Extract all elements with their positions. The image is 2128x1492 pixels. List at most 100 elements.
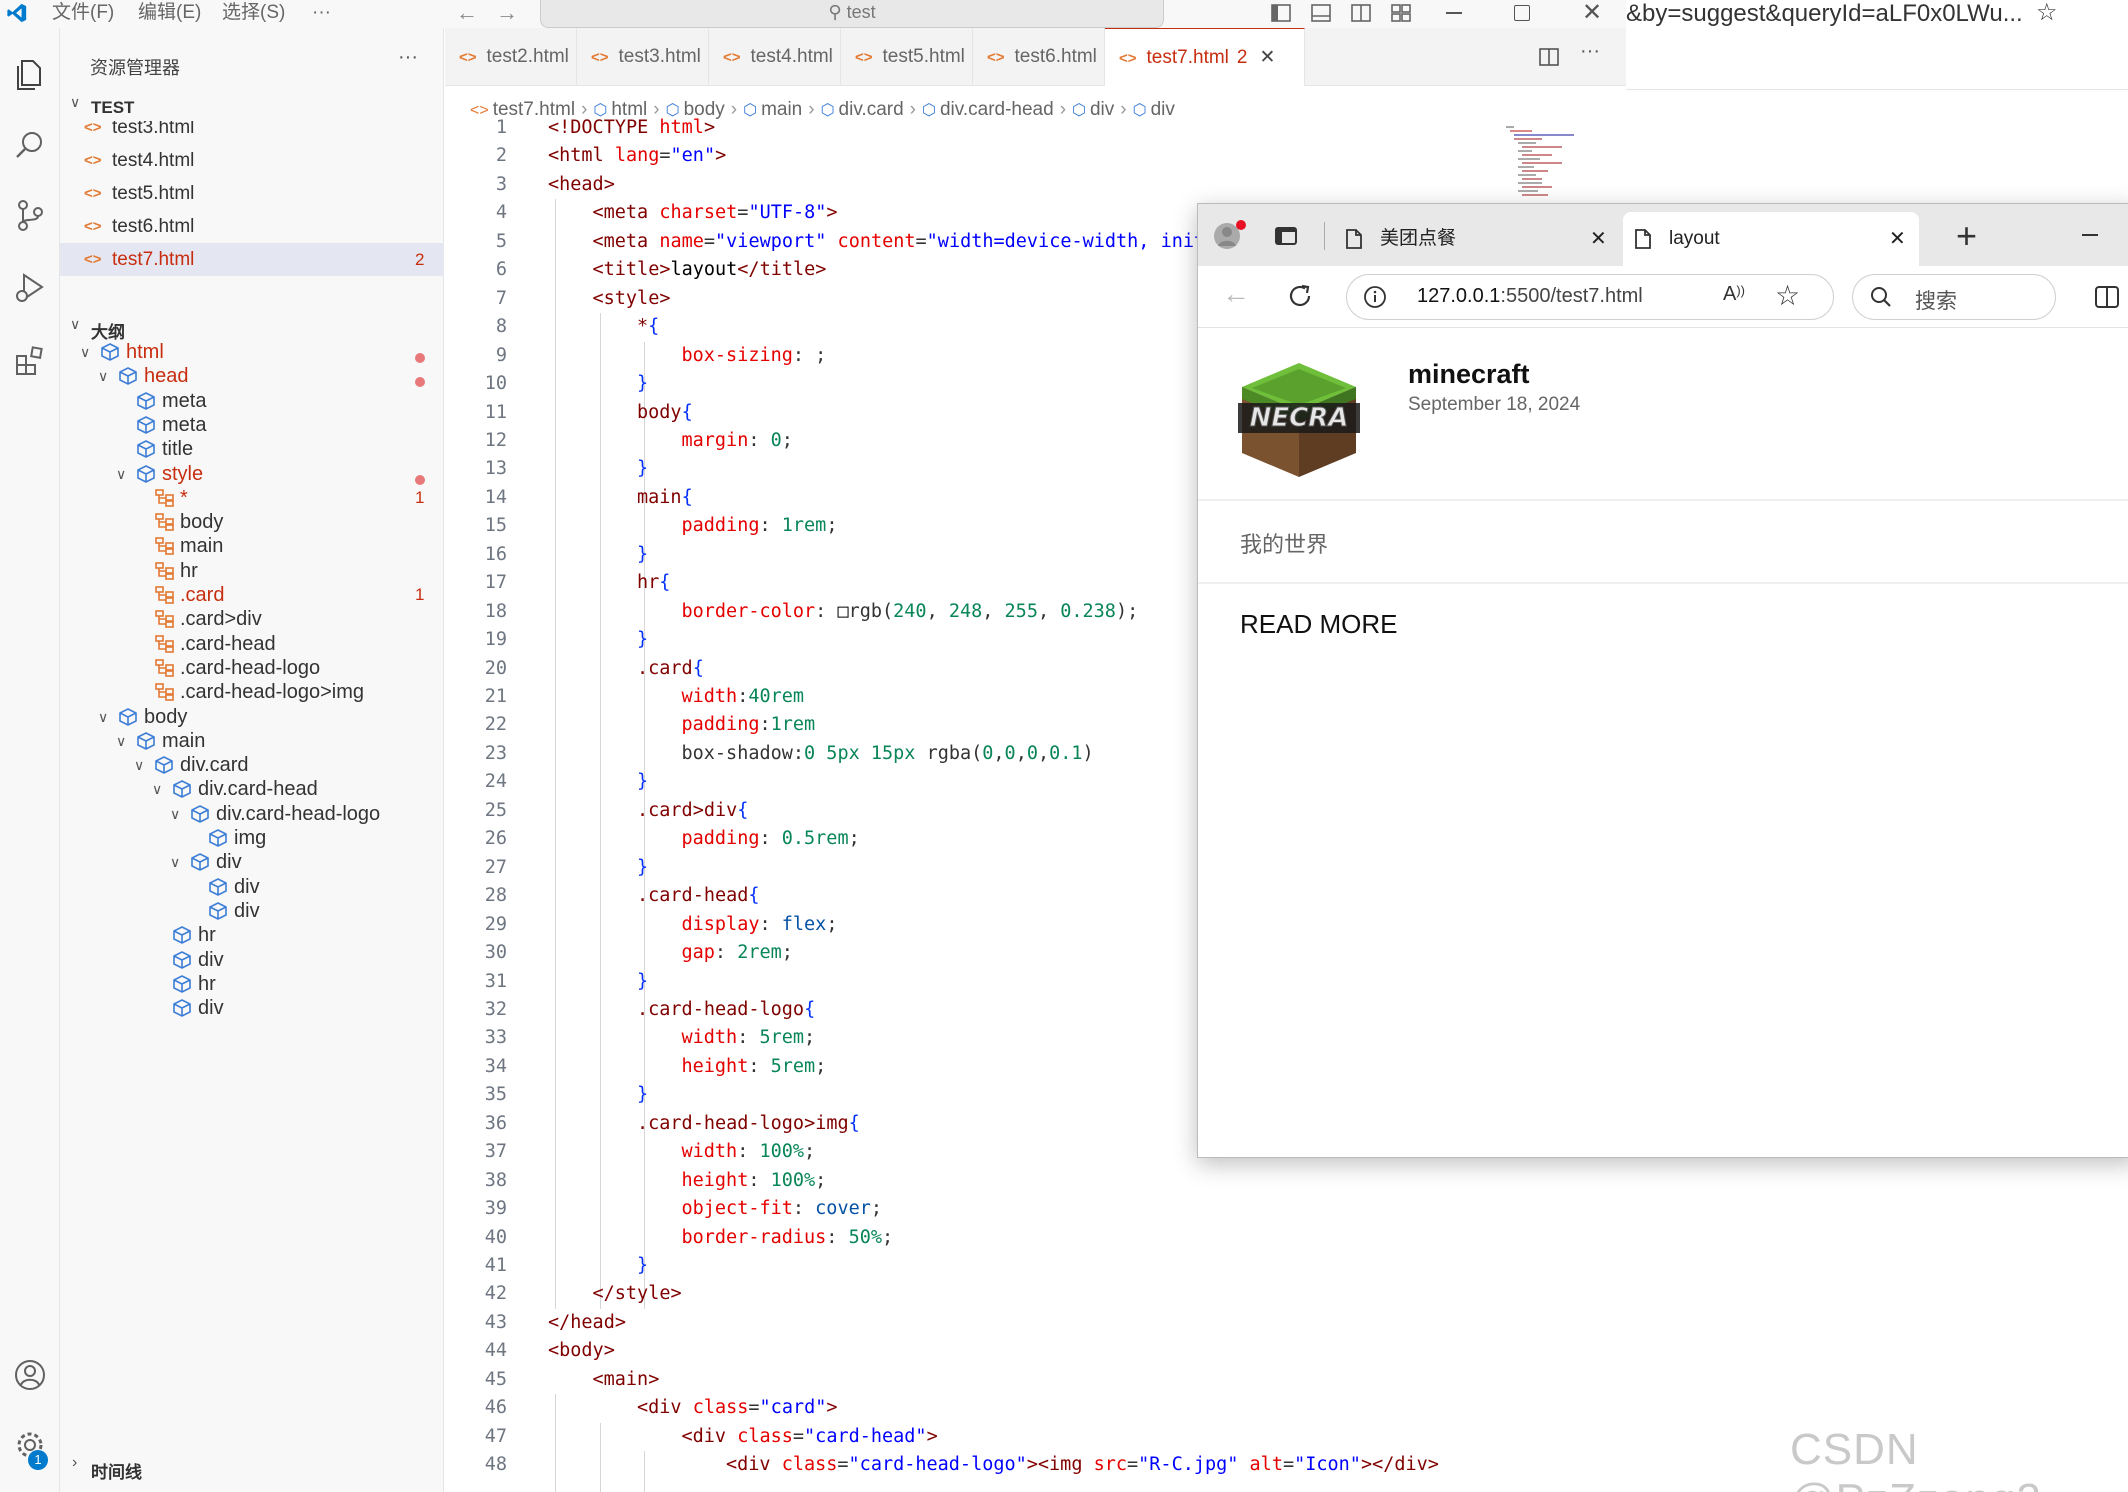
code-line[interactable]: 40 border-radius: 50%; — [445, 1224, 1626, 1252]
outline-item[interactable]: div — [60, 875, 444, 899]
account-icon[interactable] — [5, 1350, 55, 1400]
run-debug-icon[interactable] — [5, 262, 55, 312]
outline-item[interactable]: hr — [60, 972, 444, 996]
read-more-link[interactable]: READ MORE — [1240, 609, 1397, 640]
file-item[interactable]: <> test4.html — [60, 144, 444, 177]
minimize-icon[interactable] — [1446, 12, 1462, 14]
chevron-down-icon[interactable]: ∨ — [116, 462, 126, 486]
outline-item[interactable]: .card 1 — [60, 583, 444, 607]
file-item[interactable]: <> test3.html — [60, 121, 444, 144]
code-line[interactable]: 48 <div class="card-head-logo"><img src="… — [445, 1451, 1626, 1479]
outline-item[interactable]: main — [60, 534, 444, 558]
split-screen-icon[interactable] — [2094, 284, 2120, 310]
code-line[interactable]: 2 <html lang="en"> — [445, 142, 1626, 170]
menu-file[interactable]: 文件(F) — [52, 0, 114, 26]
favorite-star-icon[interactable]: ☆ — [2036, 0, 2058, 27]
editor-tab[interactable]: <> test6.html — [973, 28, 1105, 86]
chevron-down-icon[interactable]: ∨ — [70, 316, 80, 333]
code-line[interactable]: 1 <!DOCTYPE html> — [445, 114, 1626, 142]
minimap[interactable] — [1506, 126, 1606, 206]
outline-item[interactable]: title — [60, 437, 444, 461]
chevron-right-icon[interactable]: › — [72, 1454, 77, 1472]
outline-item[interactable]: .card-head-logo — [60, 656, 444, 680]
outline-item[interactable]: ∨ body — [60, 705, 444, 729]
read-aloud-icon[interactable]: A)) — [1723, 283, 1745, 306]
command-center[interactable]: ⚲ test — [540, 0, 1164, 28]
refresh-icon[interactable] — [1286, 282, 1314, 310]
outline-item[interactable]: .card-head-logo>img — [60, 680, 444, 704]
editor-more-actions-button[interactable]: ··· — [1580, 40, 1600, 63]
chevron-down-icon[interactable]: ∨ — [134, 753, 144, 777]
code-line[interactable]: 39 object-fit: cover; — [445, 1195, 1626, 1223]
outline-item[interactable]: img — [60, 826, 444, 850]
address-bar[interactable]: 127.0.0.1:5500/test7.html A)) ☆ — [1346, 274, 1834, 320]
profile-avatar-icon[interactable] — [1212, 218, 1246, 252]
outline-item[interactable]: ∨ div — [60, 850, 444, 874]
outline-item[interactable]: div — [60, 899, 444, 923]
favorite-star-icon[interactable]: ☆ — [1775, 279, 1800, 312]
chevron-down-icon[interactable]: ∨ — [170, 850, 180, 874]
new-tab-button[interactable]: + — [1956, 214, 1977, 258]
minimize-icon[interactable] — [2082, 234, 2098, 236]
outline-item[interactable]: hr — [60, 559, 444, 583]
outline-item[interactable]: ∨ div.card-head-logo — [60, 802, 444, 826]
tab-actions-icon[interactable] — [1274, 224, 1298, 248]
back-arrow-icon[interactable]: ← — [1222, 278, 1250, 310]
outline-item[interactable]: ∨ div.card — [60, 753, 444, 777]
browser-tab-meituan[interactable]: 美团点餐 ✕ — [1334, 212, 1618, 266]
menu-select[interactable]: 选择(S) — [222, 0, 285, 26]
source-control-icon[interactable] — [5, 190, 55, 240]
outline-item[interactable]: hr — [60, 923, 444, 947]
code-line[interactable]: 44 <body> — [445, 1337, 1626, 1365]
outline-item[interactable]: * 1 — [60, 486, 444, 510]
code-line[interactable]: 43 </head> — [445, 1309, 1626, 1337]
editor-tab[interactable]: <> test5.html — [841, 28, 973, 86]
chevron-down-icon[interactable]: ∨ — [80, 340, 90, 364]
chevron-down-icon[interactable]: ∨ — [98, 364, 108, 388]
browser-tab-layout[interactable]: layout ✕ — [1623, 212, 1919, 266]
split-editor-icon[interactable] — [1538, 46, 1560, 68]
chevron-down-icon[interactable]: ∨ — [116, 729, 126, 753]
extensions-icon[interactable] — [5, 336, 55, 386]
toggle-secondary-sidebar-icon[interactable] — [1350, 2, 1372, 24]
menu-edit[interactable]: 编辑(E) — [138, 0, 201, 26]
info-icon[interactable] — [1363, 285, 1387, 309]
back-arrow-icon[interactable]: ← — [456, 0, 478, 26]
maximize-icon[interactable] — [1514, 5, 1530, 21]
close-tab-icon[interactable]: ✕ — [1889, 212, 1906, 266]
editor-tab[interactable]: <> test4.html — [709, 28, 841, 86]
browser-search-box[interactable]: 搜索 — [1852, 274, 2056, 320]
editor-tab[interactable]: <> test3.html — [577, 28, 709, 86]
explorer-icon[interactable] — [5, 50, 55, 100]
file-item[interactable]: <> test7.html 2 — [60, 243, 444, 276]
toggle-sidebar-icon[interactable] — [1270, 2, 1292, 24]
close-window-icon[interactable]: ✕ — [1582, 0, 1602, 27]
code-line[interactable]: 42 </style> — [445, 1280, 1626, 1308]
file-item[interactable]: <> test6.html — [60, 210, 444, 243]
toggle-panel-icon[interactable] — [1310, 2, 1332, 24]
close-tab-icon[interactable]: ✕ — [1590, 212, 1607, 266]
outline-item[interactable]: div — [60, 996, 444, 1020]
editor-tab[interactable]: <> test2.html — [445, 28, 577, 86]
customize-layout-icon[interactable] — [1390, 2, 1412, 24]
close-tab-icon[interactable]: ✕ — [1259, 47, 1275, 68]
outline-item[interactable]: ∨ div.card-head — [60, 777, 444, 801]
outline-item[interactable]: ∨ html — [60, 340, 444, 364]
outline-item[interactable]: .card-head — [60, 632, 444, 656]
menu-more[interactable]: ··· — [312, 0, 331, 26]
code-line[interactable]: 45 <main> — [445, 1366, 1626, 1394]
chevron-down-icon[interactable]: ∨ — [70, 94, 80, 111]
chevron-down-icon[interactable]: ∨ — [170, 802, 180, 826]
outline-item[interactable]: meta — [60, 413, 444, 437]
file-item[interactable]: <> test5.html — [60, 177, 444, 210]
chevron-down-icon[interactable]: ∨ — [152, 777, 162, 801]
search-icon[interactable] — [5, 120, 55, 170]
outline-item[interactable]: div — [60, 948, 444, 972]
forward-arrow-icon[interactable]: → — [496, 0, 518, 26]
code-line[interactable]: 47 <div class="card-head"> — [445, 1423, 1626, 1451]
chevron-down-icon[interactable]: ∨ — [98, 705, 108, 729]
outline-item[interactable]: meta — [60, 389, 444, 413]
outline-item[interactable]: body — [60, 510, 444, 534]
code-line[interactable]: 46 <div class="card"> — [445, 1394, 1626, 1422]
outline-item[interactable]: ∨ style — [60, 462, 444, 486]
